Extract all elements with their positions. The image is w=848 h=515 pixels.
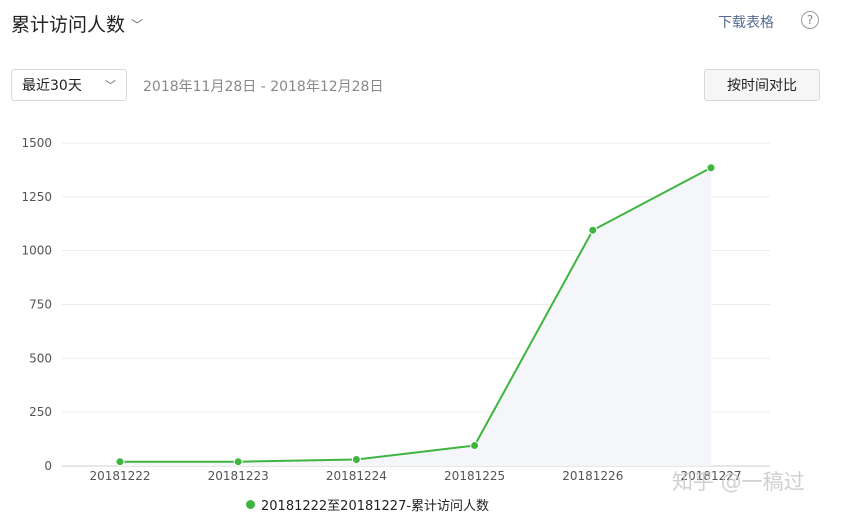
series-area xyxy=(120,167,711,466)
page-title: 累计访问人数 xyxy=(11,14,126,36)
y-tick-label: 1250 xyxy=(21,190,52,204)
y-tick-label: 1500 xyxy=(21,136,52,150)
compare-by-time-button[interactable]: 按时间对比 xyxy=(704,69,820,101)
data-point xyxy=(706,163,716,173)
chevron-down-icon: ﹀ xyxy=(105,79,116,92)
y-tick-label: 0 xyxy=(44,459,52,473)
legend-label: 20181222至20181227-累计访问人数 xyxy=(261,499,490,514)
x-tick-label: 20181222 xyxy=(89,469,150,483)
period-select-value: 最近30天 xyxy=(22,78,82,94)
chart-title-dropdown[interactable]: 累计访问人数 ﹀ xyxy=(11,10,143,37)
legend[interactable]: 20181222至20181227-累计访问人数 xyxy=(246,495,489,514)
y-tick-label: 250 xyxy=(29,405,52,419)
data-point xyxy=(588,225,598,235)
x-tick-label: 20181224 xyxy=(326,469,387,483)
watermark: 知乎 @一稿过 xyxy=(672,470,805,494)
y-tick-label: 500 xyxy=(29,351,52,365)
data-point xyxy=(115,457,125,467)
legend-marker xyxy=(246,500,255,509)
data-point xyxy=(470,441,480,451)
chevron-down-icon: ﹀ xyxy=(131,18,144,32)
download-table-link[interactable]: 下载表格 xyxy=(718,12,774,32)
y-tick-label: 1000 xyxy=(21,244,52,258)
date-range-text: 2018年11月28日 - 2018年12月28日 xyxy=(143,79,384,95)
x-tick-label: 20181225 xyxy=(444,469,505,483)
line-chart: 0 250 500 750 1000 1250 1500 20181222 20181223 2… xyxy=(21,136,770,483)
data-point xyxy=(351,455,361,465)
data-point xyxy=(233,457,243,467)
x-tick-label: 20181223 xyxy=(208,469,269,483)
help-icon[interactable]: ? xyxy=(801,11,819,29)
x-tick-label: 20181226 xyxy=(562,469,623,483)
y-tick-label: 750 xyxy=(29,298,52,312)
period-select[interactable]: 最近30天 ﹀ xyxy=(11,69,127,101)
